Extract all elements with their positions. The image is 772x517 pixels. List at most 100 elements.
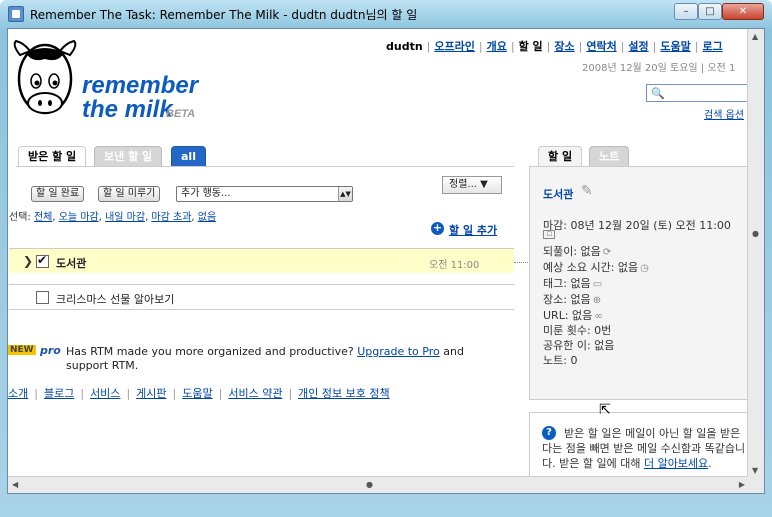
page-viewport: remember the milk BETA dudtn | 오프라인 | 개요 | 할 일…: [7, 28, 765, 494]
nav-item-0[interactable]: 오프라인: [434, 40, 474, 53]
scroll-right-icon[interactable]: ▶: [739, 480, 745, 489]
select-option-4[interactable]: 없음: [198, 212, 216, 223]
add-task-link[interactable]: 할 일 추가: [449, 222, 497, 238]
footer-separator: |: [34, 387, 38, 400]
selection-links: 선택: 전체, 오늘 마감, 내일 마감, 마감 초과, 없음: [9, 212, 217, 223]
app-icon: [8, 6, 24, 22]
top-navigation: dudtn | 오프라인 | 개요 | 할 일 | 장소 | 연락처 | 설정 | 도움말 | 로그: [386, 38, 723, 54]
current-date: 2008년 12월 20일 토요일 | 오전 1: [582, 63, 736, 74]
mouse-cursor-icon: ⇱: [599, 402, 611, 418]
select-option-3[interactable]: 마감 초과: [151, 212, 191, 223]
close-button[interactable]: ✕: [722, 3, 764, 20]
scroll-up-icon[interactable]: ▲: [752, 32, 758, 41]
search-input[interactable]: 🔍: [646, 84, 756, 102]
footer-separator: |: [126, 387, 131, 400]
prop-tags-text: 태그: 없음: [543, 277, 591, 290]
prop-shared: 공유한 이: 없음: [543, 339, 615, 352]
learn-more-link[interactable]: 더 알아보세요: [644, 457, 708, 470]
nav-item-6[interactable]: 도움말: [660, 40, 690, 53]
repeat-icon: ⟳: [602, 247, 612, 258]
tag-icon: ▭: [592, 279, 603, 290]
help-end: .: [708, 457, 712, 470]
tab-sent[interactable]: 보낸 할 일: [94, 146, 163, 166]
select-option-0[interactable]: 전체: [34, 212, 52, 223]
footer-link-2[interactable]: 서비스: [90, 387, 120, 400]
footer-link-1[interactable]: 블로그: [44, 387, 74, 400]
nav-item-3[interactable]: 장소: [554, 40, 574, 53]
sort-dropdown[interactable]: 정렬... ▼: [442, 176, 502, 194]
prop-estimate-text: 예상 소요 시간: 없음: [543, 261, 639, 274]
pro-badge: pro: [40, 344, 61, 357]
add-icon[interactable]: +: [431, 222, 444, 235]
postpone-task-button[interactable]: 할 일 미루기: [98, 186, 161, 202]
tab-inbox[interactable]: 받은 할 일: [18, 146, 87, 166]
nav-separator: |: [478, 40, 483, 53]
complete-task-button[interactable]: 할 일 완료: [31, 186, 85, 202]
task-due-time: 오전 11:00: [429, 260, 480, 271]
minimize-button[interactable]: –: [674, 3, 698, 20]
browser-window: Remember The Task: Remember The Milk - d…: [0, 0, 772, 517]
username: dudtn: [386, 40, 423, 53]
tab-all[interactable]: all: [171, 146, 206, 166]
select-prefix: 선택:: [9, 212, 31, 223]
prop-due[interactable]: 마감: 08년 12월 20일 (토) 오전 11:00: [543, 217, 731, 233]
window-title: Remember The Task: Remember The Milk - d…: [30, 8, 418, 22]
new-badge: NEW: [8, 345, 36, 355]
footer-link-6[interactable]: 개인 정보 보호 정책: [298, 387, 389, 400]
footer-link-0[interactable]: 소개: [8, 387, 28, 400]
vertical-scrollbar[interactable]: ▲ ● ▼: [747, 29, 764, 478]
tab-task-detail[interactable]: 할 일: [538, 146, 583, 166]
footer-separator: |: [288, 387, 293, 400]
nav-item-7[interactable]: 로그: [702, 40, 722, 53]
link-icon: ∞: [594, 311, 603, 322]
prop-url[interactable]: URL: 없음 ∞: [543, 307, 603, 323]
prop-repeat[interactable]: 되풀이: 없음 ⟳: [543, 243, 611, 259]
help-text: 받은 할 일은 메일이 아닌 할 일을 받은 다는 점을 빼면 받은 메일 수신…: [542, 426, 752, 471]
prop-location[interactable]: 장소: 없음 ⊕: [543, 291, 601, 307]
divider: [9, 309, 514, 310]
scroll-hthumb-icon[interactable]: ●: [366, 480, 373, 489]
nav-separator: |: [578, 40, 583, 53]
footer-link-3[interactable]: 게시판: [136, 387, 166, 400]
search-icon: 🔍: [651, 87, 665, 100]
maximize-button[interactable]: □: [698, 3, 722, 20]
prop-repeat-text: 되풀이: 없음: [543, 245, 601, 258]
tab-notes[interactable]: 노트: [589, 146, 630, 166]
pencil-icon[interactable]: ✎: [581, 183, 593, 199]
scroll-thumb-icon[interactable]: ●: [752, 229, 759, 238]
prop-location-text: 장소: 없음: [543, 293, 591, 306]
scroll-left-icon[interactable]: ◀: [12, 480, 18, 489]
task-checkbox[interactable]: [36, 291, 49, 304]
more-actions-label: 추가 행동...: [181, 188, 231, 199]
select-option-1[interactable]: 오늘 마감: [59, 212, 99, 223]
nav-item-2: 할 일: [518, 40, 543, 53]
select-option-2[interactable]: 내일 마감: [105, 212, 145, 223]
nav-separator: |: [694, 40, 699, 53]
more-actions-select[interactable]: 추가 행동... ▲▼: [176, 186, 353, 202]
nav-item-4[interactable]: 연락처: [586, 40, 616, 53]
nav-separator: |: [652, 40, 657, 53]
promo-message: Has RTM made you more organized and prod…: [66, 345, 354, 358]
nav-separator: |: [426, 40, 431, 53]
upgrade-link[interactable]: Upgrade to Pro: [357, 345, 440, 358]
footer-separator: |: [172, 387, 177, 400]
footer-link-5[interactable]: 서비스 약관: [228, 387, 282, 400]
clock-icon: ◷: [640, 263, 649, 274]
footer-link-4[interactable]: 도움말: [182, 387, 212, 400]
prop-postponed: 미룬 횟수: 0번: [543, 324, 612, 337]
horizontal-scrollbar[interactable]: ◀ ● ▶: [8, 476, 749, 493]
detail-title: 도서관: [543, 188, 574, 201]
scroll-down-icon[interactable]: ▼: [752, 466, 758, 475]
task-row[interactable]: 크리스마스 선물 알아보기: [9, 284, 514, 309]
nav-item-5[interactable]: 설정: [628, 40, 648, 53]
footer-links: 소개 | 블로그 | 서비스 | 게시판 | 도움말 | 서비스 약관 | 개인 정보 보호 정책: [8, 385, 390, 401]
task-row[interactable]: ❯ 도서관 오전 11:00: [9, 248, 514, 273]
prop-tags[interactable]: 태그: 없음 ▭: [543, 275, 602, 291]
search-options-link[interactable]: 검색 옵션: [704, 106, 744, 121]
task-checkbox[interactable]: [36, 253, 49, 268]
nav-item-1[interactable]: 개요: [487, 40, 507, 53]
connector-line: [514, 262, 528, 263]
footer-separator: |: [218, 387, 223, 400]
cow-icon: [13, 39, 77, 115]
prop-estimate[interactable]: 예상 소요 시간: 없음 ◷: [543, 259, 649, 275]
